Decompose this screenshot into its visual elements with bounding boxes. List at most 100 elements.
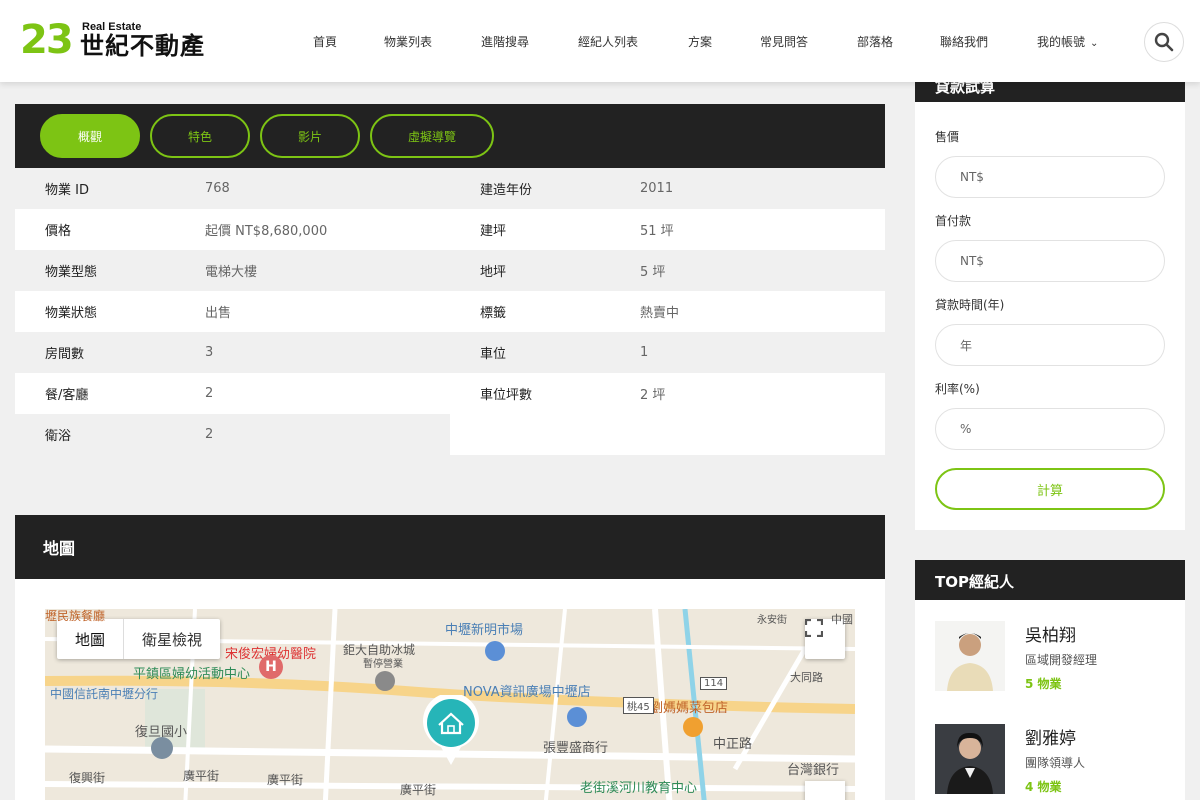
map-label: 壢民族餐廳 [45, 609, 106, 623]
nav-faq[interactable]: 常見問答 [760, 33, 808, 50]
map-label: 114 [700, 677, 728, 690]
school-icon [151, 737, 173, 759]
agent-portrait-icon [935, 621, 1005, 691]
map-label: 中國信託南中壢分行 [50, 687, 159, 701]
map-type-control: 地圖 衛星檢視 [57, 619, 221, 659]
nav-advanced-search[interactable]: 進階搜尋 [481, 33, 529, 50]
detail-row: 價格 起價 NT$8,680,000 [15, 209, 450, 250]
down-payment-input[interactable]: NT$ [935, 240, 1165, 282]
detail-key: 建坪 [480, 224, 507, 239]
detail-key: 餐/客廳 [45, 388, 89, 403]
hospital-icon: H [259, 655, 283, 679]
calculate-button[interactable]: 計算 [935, 468, 1165, 510]
loan-term-input[interactable]: 年 [935, 324, 1165, 366]
logo-name: 世紀不動產 [80, 31, 205, 60]
details-left-column: 物業 ID 768 價格 起價 NT$8,680,000 物業型態 電梯大樓 物業狀態… [15, 168, 450, 455]
tab-video[interactable]: 影片 [260, 114, 360, 158]
map-type-satellite-button[interactable]: 衛星檢視 [124, 619, 220, 659]
map-label: 廣平街 [267, 773, 304, 787]
tab-virtual-tour[interactable]: 虛擬導覽 [370, 114, 494, 158]
map-section: 地圖 地圖 衛星檢視 壢民族餐廳 宋俊宏婦幼醫院 中壢新明市場 鉅大自助冰城 暫… [15, 515, 885, 800]
tab-overview[interactable]: 概觀 [40, 114, 140, 158]
map-label: 桃45 [623, 697, 654, 714]
agent-photo[interactable] [935, 621, 1005, 691]
property-details: 概觀 特色 影片 虛擬導覽 物業 ID 768 價格 起價 NT$8,680,000… [15, 104, 885, 455]
agent-property-count[interactable]: 4 物業 [1025, 778, 1062, 795]
detail-value: 出售 [205, 306, 232, 321]
restaurant-icon [375, 671, 395, 691]
nav-plans[interactable]: 方案 [688, 33, 712, 50]
map-label: 平鎮區婦幼活動中心 [133, 667, 251, 682]
agent-name[interactable]: 吳柏翔 [1025, 621, 1076, 646]
detail-value: 3 [205, 345, 214, 360]
agent-card[interactable]: 劉雅婷 團隊領導人 4 物業 [935, 724, 1175, 800]
map-label: 中壢新明市場 [445, 623, 524, 638]
detail-key: 地坪 [480, 265, 507, 280]
detail-value: 電梯大樓 [205, 265, 258, 280]
detail-value: 起價 NT$8,680,000 [205, 224, 328, 239]
nav-my-account[interactable]: 我的帳號 ⌄ [1037, 33, 1098, 50]
detail-key: 物業型態 [45, 265, 98, 280]
site-logo[interactable]: 23 Real Estate 世紀不動產 [20, 18, 220, 64]
tab-features[interactable]: 特色 [150, 114, 250, 158]
nav-agents[interactable]: 經紀人列表 [578, 33, 638, 50]
property-map-pin[interactable] [421, 695, 481, 767]
detail-row: 物業型態 電梯大樓 [15, 250, 450, 291]
agent-card[interactable]: 吳柏翔 區域開發經理 5 物業 [935, 621, 1175, 701]
nav-listings[interactable]: 物業列表 [384, 33, 432, 50]
agent-photo[interactable] [935, 724, 1005, 794]
restaurant-icon [683, 717, 703, 737]
detail-key: 物業狀態 [45, 306, 98, 321]
map-label: 大同路 [790, 671, 823, 684]
details-right-column: 建造年份 2011 建坪 51 坪 地坪 5 坪 標籤 熱賣中 車位 1 車位坪數 2 坪 [450, 168, 885, 455]
detail-value: 5 坪 [640, 265, 666, 280]
detail-key: 價格 [45, 224, 72, 239]
interest-rate-input[interactable]: % [935, 408, 1165, 450]
map-label: NOVA資訊廣場中壢店 [463, 685, 591, 700]
map-type-map-button[interactable]: 地圖 [57, 619, 125, 659]
detail-value: 2 [205, 386, 214, 401]
chevron-down-icon: ⌄ [1090, 38, 1099, 49]
detail-value: 1 [640, 345, 649, 360]
map-label: 老街溪河川教育中心 [580, 781, 698, 796]
nav-contact[interactable]: 聯絡我們 [940, 33, 988, 50]
map-view[interactable]: 地圖 衛星檢視 壢民族餐廳 宋俊宏婦幼醫院 中壢新明市場 鉅大自助冰城 暫停營業… [45, 609, 855, 800]
detail-row: 建坪 51 坪 [450, 209, 885, 250]
agent-role: 團隊領導人 [1025, 756, 1086, 770]
site-header: 23 Real Estate 世紀不動產 首頁 物業列表 進階搜尋 經紀人列表 … [0, 0, 1200, 82]
details-tab-bar: 概觀 特色 影片 虛擬導覽 [15, 104, 885, 168]
map-label: 廣平街 [183, 769, 220, 783]
map-label: 中國 [831, 613, 853, 626]
nav-home[interactable]: 首頁 [313, 33, 337, 50]
detail-value: 2011 [640, 181, 674, 196]
interest-rate-label: 利率(%) [935, 382, 980, 396]
map-label: 暫停營業 [363, 659, 403, 670]
detail-value: 2 坪 [640, 388, 666, 403]
detail-key: 車位坪數 [480, 388, 533, 403]
detail-key: 建造年份 [480, 183, 533, 198]
map-label: 永安街 [757, 615, 787, 626]
price-input[interactable]: NT$ [935, 156, 1165, 198]
detail-value: 2 [205, 427, 214, 442]
nav-blog[interactable]: 部落格 [857, 33, 893, 50]
street-view-icon[interactable] [805, 781, 845, 800]
shopping-icon [485, 641, 505, 661]
nav-my-account-label: 我的帳號 [1037, 35, 1086, 49]
detail-key: 衛浴 [45, 429, 72, 444]
fullscreen-icon [805, 619, 823, 637]
detail-key: 房間數 [45, 347, 85, 362]
map-label: 劉媽媽菜包店 [650, 701, 729, 716]
agent-name[interactable]: 劉雅婷 [1025, 724, 1076, 749]
agent-property-count[interactable]: 5 物業 [1025, 675, 1062, 692]
top-agents: TOP經紀人 吳柏翔 區域開發經理 5 物業 劉雅婷 團隊領導人 4 物業 [915, 560, 1185, 800]
detail-row: 餐/客廳 2 [15, 373, 450, 414]
detail-row: 車位坪數 2 坪 [450, 373, 885, 414]
agent-role: 區域開發經理 [1025, 653, 1098, 667]
detail-key: 車位 [480, 347, 507, 362]
detail-value: 768 [205, 181, 230, 196]
search-button[interactable] [1144, 22, 1184, 62]
detail-row: 車位 1 [450, 332, 885, 373]
price-label: 售價 [935, 130, 960, 144]
shopping-icon [567, 707, 587, 727]
map-label: 廣平街 [400, 783, 437, 797]
